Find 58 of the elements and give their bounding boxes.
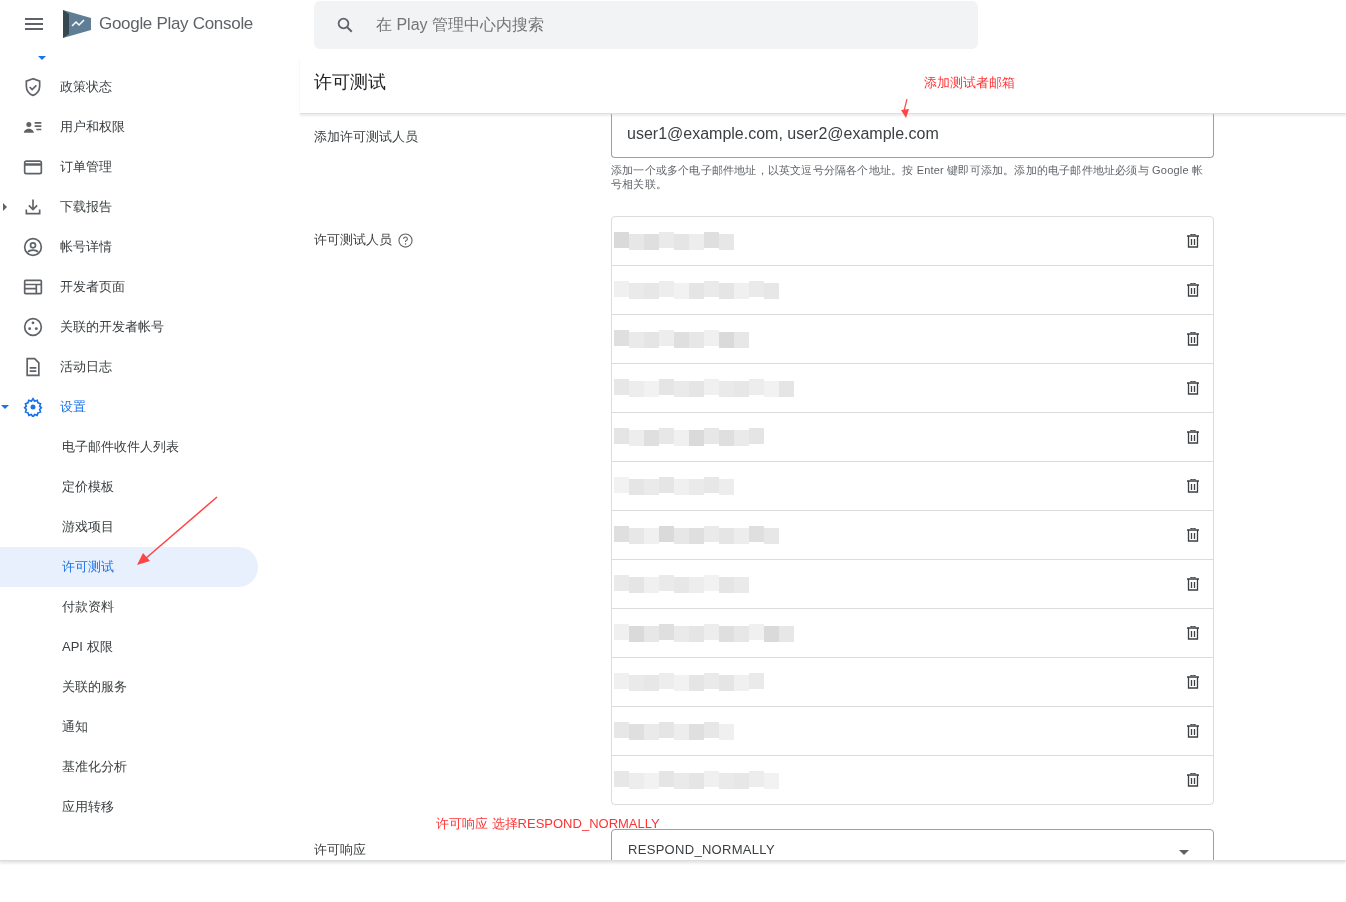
- logo-icon: [63, 10, 91, 38]
- field-label: 许可响应: [314, 841, 367, 859]
- caret-icon[interactable]: [1, 403, 9, 411]
- search-icon: [336, 16, 354, 34]
- nav-subitem[interactable]: 通知: [0, 707, 258, 747]
- help-icon[interactable]: [398, 232, 413, 248]
- annotation-text: 添加测试者邮箱: [924, 74, 1015, 92]
- nav-item[interactable]: 订单管理: [0, 147, 300, 187]
- delete-icon[interactable]: [1187, 381, 1199, 395]
- nav-subitem[interactable]: 付款资料: [0, 587, 258, 627]
- nav-subitem[interactable]: 定价模板: [0, 467, 258, 507]
- nav-subitem[interactable]: 游戏项目: [0, 507, 258, 547]
- delete-icon[interactable]: [1187, 479, 1199, 493]
- field-label: 添加许可测试人员: [314, 128, 419, 146]
- nav-subitem[interactable]: API 权限: [0, 627, 258, 667]
- nav-subitem[interactable]: 电子邮件收件人列表: [0, 427, 258, 467]
- delete-icon[interactable]: [1187, 430, 1199, 444]
- delete-icon[interactable]: [1187, 283, 1199, 297]
- delete-icon[interactable]: [1187, 675, 1199, 689]
- delete-icon[interactable]: [1187, 234, 1199, 248]
- nav-subitem[interactable]: 应用转移: [0, 787, 258, 827]
- delete-icon[interactable]: [1187, 332, 1199, 346]
- nav-item[interactable]: 政策状态: [0, 67, 300, 107]
- caret-icon: [38, 56, 46, 60]
- nav-item[interactable]: 活动日志: [0, 347, 300, 387]
- nav-item[interactable]: 用户和权限: [0, 107, 300, 147]
- nav-subitem[interactable]: 许可测试: [0, 547, 258, 587]
- delete-icon[interactable]: [1187, 724, 1199, 738]
- nav-icon: [23, 397, 43, 417]
- field-label: 许可测试人员: [314, 231, 392, 249]
- caret-icon[interactable]: [1, 203, 9, 211]
- delete-icon[interactable]: [1187, 773, 1199, 787]
- nav-item[interactable]: 下载报告: [0, 187, 300, 227]
- delete-icon[interactable]: [1187, 577, 1199, 591]
- nav-icon: [23, 237, 43, 257]
- delete-icon[interactable]: [1187, 626, 1199, 640]
- menu-icon[interactable]: [25, 18, 43, 30]
- nav-icon: [23, 357, 43, 377]
- brand-name: Google Play Console: [99, 14, 253, 34]
- email-input-field[interactable]: user1@example.com, user2@example.com: [611, 114, 1214, 158]
- nav-subitem[interactable]: 关联的服务: [0, 667, 258, 707]
- response-dropdown[interactable]: RESPOND_NORMALLY: [611, 829, 1214, 860]
- nav-item[interactable]: 帐号详情: [0, 227, 300, 267]
- nav-item[interactable]: 开发者页面: [0, 267, 300, 307]
- page-title: 许可测试: [314, 71, 386, 94]
- nav-item[interactable]: 关联的开发者帐号: [0, 307, 300, 347]
- nav-icon: [23, 77, 43, 97]
- nav-icon: [23, 317, 43, 337]
- delete-icon[interactable]: [1187, 528, 1199, 542]
- nav-icon: [23, 277, 43, 297]
- nav-icon: [23, 157, 43, 177]
- hint-text: 添加一个或多个电子邮件地址，以英文逗号分隔各个地址。按 Enter 键即可添加。添加的电子邮件地址必须与 Google 帐号相关联。: [611, 163, 1205, 191]
- nav-icon: [23, 197, 43, 217]
- dropdown-caret-icon: [1179, 850, 1189, 855]
- annotation-arrow: [900, 99, 910, 119]
- nav-subitem[interactable]: 基准化分析: [0, 747, 258, 787]
- search-field[interactable]: 在 Play 管理中心内搜索: [314, 1, 978, 49]
- nav-item[interactable]: 设置: [0, 387, 300, 427]
